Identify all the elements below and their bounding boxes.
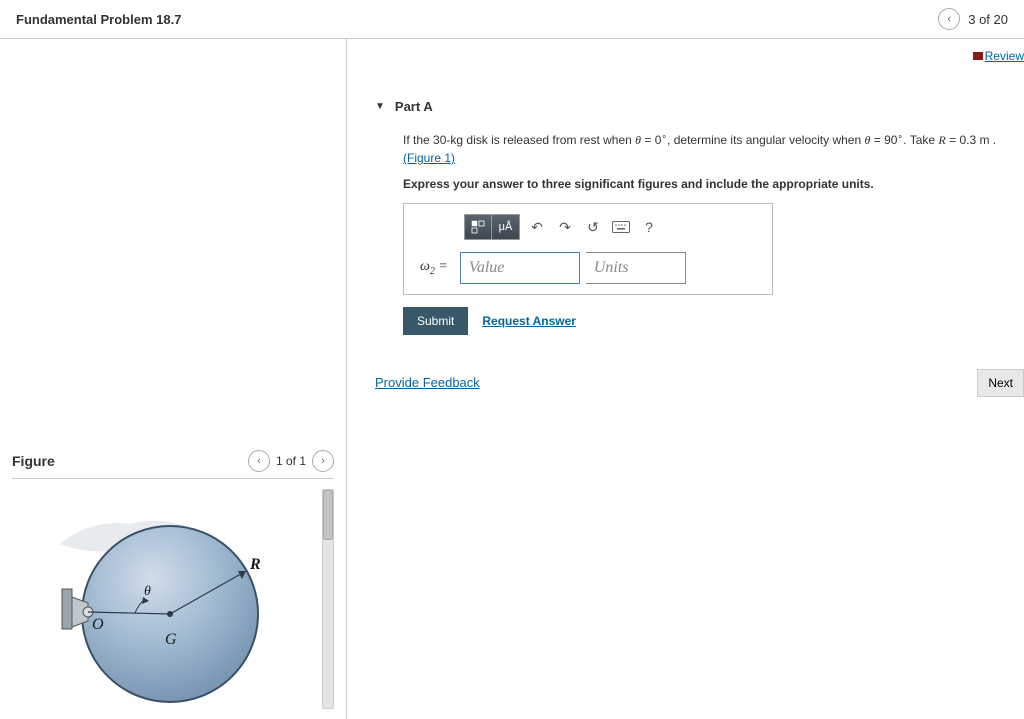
equation-toolbar: μÅ ↶ ↷ ↺ ? [414,214,762,240]
figure-scrollbar[interactable] [322,489,334,709]
problem-position: 3 of 20 [968,12,1008,27]
left-panel: Figure ‹ 1 of 1 › [0,39,347,719]
main-container: Figure ‹ 1 of 1 › [0,39,1024,719]
page-header: Fundamental Problem 18.7 ‹ 3 of 20 [0,0,1024,39]
keyboard-button[interactable] [610,216,632,238]
units-mu-button[interactable]: μÅ [492,214,520,240]
figure-header: Figure ‹ 1 of 1 › [12,450,334,479]
omega-label: ω2 = [414,259,454,277]
answer-box: μÅ ↶ ↷ ↺ ? ω2 = Value Units [403,203,773,295]
problem-nav: ‹ 3 of 20 [938,8,1008,30]
label-G: G [165,631,177,648]
submit-row: Submit Request Answer [403,307,1012,335]
undo-button[interactable]: ↶ [526,216,548,238]
figure-title: Figure [12,453,55,469]
label-O: O [92,616,104,633]
keyboard-icon [612,221,630,233]
scroll-thumb[interactable] [323,490,333,540]
figure-section: Figure ‹ 1 of 1 › [12,450,334,709]
template-icon [471,220,485,234]
prev-problem-button[interactable]: ‹ [938,8,960,30]
answer-input-row: ω2 = Value Units [414,252,762,284]
figure-scroll: O G R θ [12,489,334,709]
part-header: ▼ Part A [375,99,1012,114]
next-button[interactable]: Next [977,369,1024,397]
instruction-text: Express your answer to three significant… [403,177,1012,191]
units-input[interactable]: Units [586,252,686,284]
submit-button[interactable]: Submit [403,307,468,335]
figure-image: O G R θ [12,489,318,709]
right-panel: Review ▼ Part A If the 30-kg disk is rel… [347,39,1024,719]
problem-title: Fundamental Problem 18.7 [16,12,181,27]
part-a-section: ▼ Part A If the 30-kg disk is released f… [375,99,1012,390]
figure-position: 1 of 1 [276,454,306,468]
figure-nav: ‹ 1 of 1 › [248,450,334,472]
help-button[interactable]: ? [638,216,660,238]
figure-1-link[interactable]: (Figure 1) [403,151,455,165]
request-answer-link[interactable]: Request Answer [482,314,576,328]
redo-button[interactable]: ↷ [554,216,576,238]
template-button[interactable] [464,214,492,240]
figure-prev-button[interactable]: ‹ [248,450,270,472]
part-title: Part A [395,99,433,114]
value-input[interactable]: Value [460,252,580,284]
reset-button[interactable]: ↺ [582,216,604,238]
format-group: μÅ [464,214,520,240]
figure-next-button[interactable]: › [312,450,334,472]
label-R: R [249,556,261,573]
provide-feedback-link[interactable]: Provide Feedback [375,375,480,390]
disk-diagram: O G R θ [50,489,280,709]
question-text: If the 30-kg disk is released from rest … [403,130,1012,167]
collapse-icon[interactable]: ▼ [375,101,385,112]
label-theta: θ [144,584,151,599]
review-link[interactable]: Review [973,49,1024,63]
